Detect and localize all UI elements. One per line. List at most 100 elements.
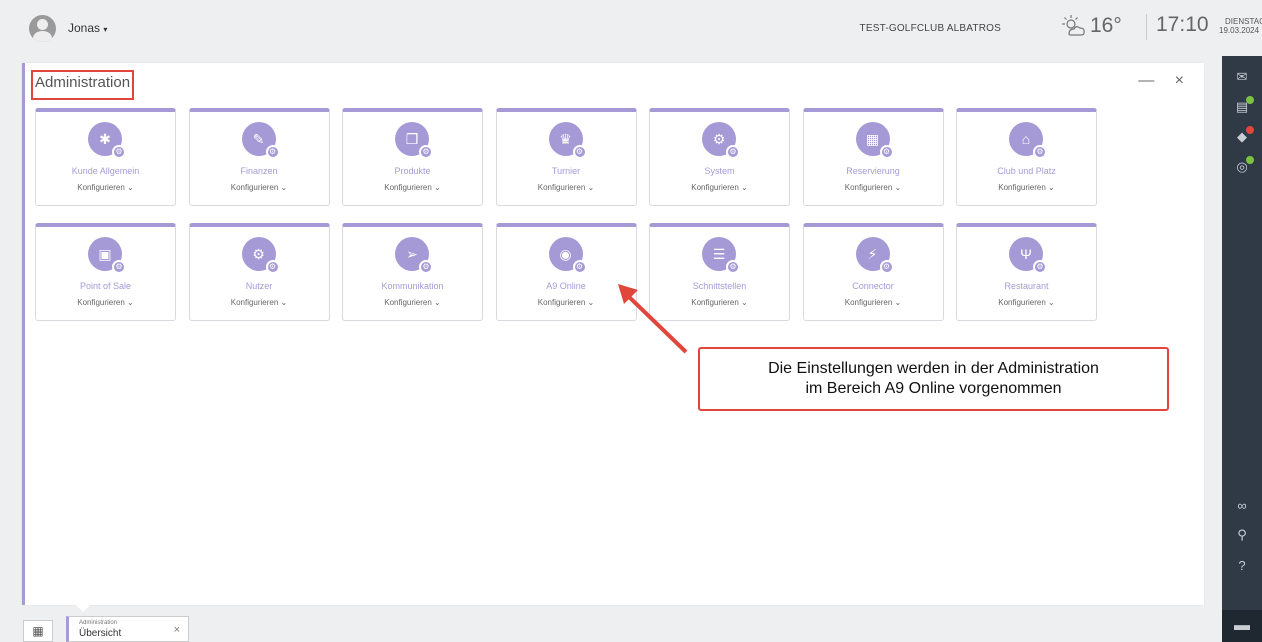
tile-glyph: Ψ xyxy=(1020,246,1032,262)
tile-connector[interactable]: ⚡ ⚙ Connector Konfigurieren ⌄ xyxy=(802,223,944,321)
tile-label: Point of Sale xyxy=(79,281,132,291)
gear-icon: ⚙ xyxy=(265,145,280,159)
configure-label: Konfigurieren xyxy=(230,183,279,192)
chevron-down-icon: ⌄ xyxy=(585,183,595,192)
tile-restaurant[interactable]: Ψ ⚙ Restaurant Konfigurieren ⌄ xyxy=(956,223,1097,321)
tile-finanzen[interactable]: ✎ ⚙ Finanzen Konfigurieren ⌄ xyxy=(188,108,330,206)
gear-icon: ⚙ xyxy=(1033,260,1047,274)
configure-dropdown[interactable]: Konfigurieren ⌄ xyxy=(343,183,482,192)
gear-icon: ⚙ xyxy=(1033,145,1047,159)
tile-club-und-platz[interactable]: ⌂ ⚙ Club und Platz Konfigurieren ⌄ xyxy=(956,108,1097,206)
configure-dropdown[interactable]: Konfigurieren ⌄ xyxy=(957,183,1096,192)
tile-label: Finanzen xyxy=(240,166,278,176)
callout-line-2: im Bereich A9 Online vorgenommen xyxy=(805,380,1062,397)
configure-dropdown[interactable]: Konfigurieren ⌄ xyxy=(190,298,329,307)
bug-icon: ✱ ⚙ xyxy=(88,122,126,159)
chevron-down-icon: ⌄ xyxy=(124,183,134,192)
temperature: 16° xyxy=(1090,14,1122,37)
configure-label: Konfigurieren xyxy=(691,298,739,307)
configure-dropdown[interactable]: Konfigurieren ⌄ xyxy=(497,183,636,192)
gear-icon: ⚙ xyxy=(112,260,126,274)
tile-kommunikation[interactable]: ➢ ⚙ Kommunikation Konfigurieren ⌄ xyxy=(342,223,483,321)
configure-dropdown[interactable]: Konfigurieren ⌄ xyxy=(343,298,482,307)
configure-label: Konfigurieren xyxy=(844,183,893,192)
gear-icon: ⚙ xyxy=(572,145,587,159)
settings-status-icon[interactable]: ◎ xyxy=(1222,156,1262,178)
user-avatar[interactable] xyxy=(29,15,56,42)
tag-alert-icon[interactable]: ◆ xyxy=(1222,126,1262,148)
annotation-arrow xyxy=(618,284,688,354)
tile-produkte[interactable]: ❒ ⚙ Produkte Konfigurieren ⌄ xyxy=(342,108,483,206)
configure-dropdown[interactable]: Konfigurieren ⌄ xyxy=(957,298,1096,307)
tile-kunde-allgemein[interactable]: ✱ ⚙ Kunde Allgemein Konfigurieren ⌄ xyxy=(35,108,176,206)
help-icon[interactable]: ? xyxy=(1222,554,1262,576)
configure-dropdown[interactable]: Konfigurieren ⌄ xyxy=(36,298,175,307)
search-icon[interactable]: ⚲ xyxy=(1222,524,1262,546)
tile-label: Produkte xyxy=(394,166,431,176)
chevron-down-icon: ⌄ xyxy=(738,183,748,192)
chevron-down-icon: ⌄ xyxy=(278,183,288,192)
mail-icon[interactable]: ✉ xyxy=(1222,66,1262,88)
tile-glyph: ▦ xyxy=(865,130,880,147)
chevron-down-icon: ⌄ xyxy=(1045,298,1055,307)
apps-grid-button[interactable]: ▦ xyxy=(23,620,53,642)
weekday: DIENSTAG xyxy=(1225,17,1262,26)
tile-glyph: ➢ xyxy=(406,245,418,262)
chevron-down-icon: ⌄ xyxy=(124,298,134,307)
chevron-down-icon: ⌄ xyxy=(738,298,748,307)
tile-reservierung[interactable]: ▦ ⚙ Reservierung Konfigurieren ⌄ xyxy=(802,108,944,206)
configure-dropdown[interactable]: Konfigurieren ⌄ xyxy=(650,183,789,192)
tile-system[interactable]: ⚙ ⚙ System Konfigurieren ⌄ xyxy=(649,108,790,206)
gear-icon: ⚙ xyxy=(726,145,740,159)
configure-dropdown[interactable]: Konfigurieren ⌄ xyxy=(190,183,329,192)
cogs-icon: ⚙ ⚙ xyxy=(702,122,740,159)
task-tab-title: Übersicht xyxy=(79,628,122,639)
chevron-down-icon: ⌄ xyxy=(585,298,595,307)
configure-label: Konfigurieren xyxy=(691,183,739,192)
gear-icon: ⚙ xyxy=(265,260,280,274)
gear-icon: ⚙ xyxy=(419,145,433,159)
task-tab-administration[interactable]: Administration Übersicht × xyxy=(66,616,189,642)
tile-turnier[interactable]: ♛ ⚙ Turnier Konfigurieren ⌄ xyxy=(495,108,637,206)
gear-icon: ⚙ xyxy=(726,260,740,274)
tile-label: Connector xyxy=(852,281,894,291)
plug-icon: ⚡ ⚙ xyxy=(855,237,894,274)
header-divider xyxy=(1146,14,1147,40)
close-button[interactable]: × xyxy=(1175,72,1192,89)
minimize-button[interactable]: — xyxy=(1138,72,1162,89)
annotation-callout: Die Einstellungen werden in der Administ… xyxy=(698,347,1169,411)
tab-pointer xyxy=(76,605,90,612)
tile-glyph: ♛ xyxy=(559,130,572,147)
configure-label: Konfigurieren xyxy=(537,298,586,307)
tile-glyph: ▣ xyxy=(98,245,112,262)
configure-label: Konfigurieren xyxy=(77,183,125,192)
club-name: TEST-GOLFCLUB ALBATROS xyxy=(859,23,1001,34)
tile-label: Nutzer xyxy=(245,281,273,291)
tile-glyph: ⌂ xyxy=(1021,131,1031,147)
tile-point-of-sale[interactable]: ▣ ⚙ Point of Sale Konfigurieren ⌄ xyxy=(35,223,176,321)
configure-label: Konfigurieren xyxy=(844,298,893,307)
tile-label: Turnier xyxy=(551,166,581,176)
chevron-down-icon: ⌄ xyxy=(431,298,441,307)
task-tab-close-button[interactable]: × xyxy=(174,624,180,636)
tile-glyph: ❒ xyxy=(405,130,419,147)
tile-nutzer[interactable]: ⚙ ⚙ Nutzer Konfigurieren ⌄ xyxy=(188,223,330,321)
gear-icon: ⚙ xyxy=(879,260,894,274)
tile-glyph: ✱ xyxy=(99,130,111,147)
chevron-down-icon: ⌄ xyxy=(431,183,441,192)
chevron-down-icon: ⌄ xyxy=(892,183,902,192)
handshake-icon[interactable]: ∞ xyxy=(1222,494,1262,516)
weather-icon xyxy=(1062,15,1085,36)
bank-icon: ⌂ ⚙ xyxy=(1009,122,1047,159)
window-icon[interactable]: ▬ xyxy=(1222,610,1262,642)
configure-dropdown[interactable]: Konfigurieren ⌄ xyxy=(36,183,175,192)
clipboard-icon[interactable]: ▤ xyxy=(1222,96,1262,118)
list-icon: ☰ ⚙ xyxy=(702,237,740,274)
configure-dropdown[interactable]: Konfigurieren ⌄ xyxy=(804,183,943,192)
chevron-down-icon: ⌄ xyxy=(1045,183,1055,192)
configure-dropdown[interactable]: Konfigurieren ⌄ xyxy=(804,298,943,307)
callout-line-1: Die Einstellungen werden in der Administ… xyxy=(768,360,1099,377)
user-menu[interactable]: Jonas ▾ xyxy=(68,21,107,35)
tag-icon: ✎ ⚙ xyxy=(241,122,280,159)
tile-label: Club und Platz xyxy=(997,166,1056,176)
